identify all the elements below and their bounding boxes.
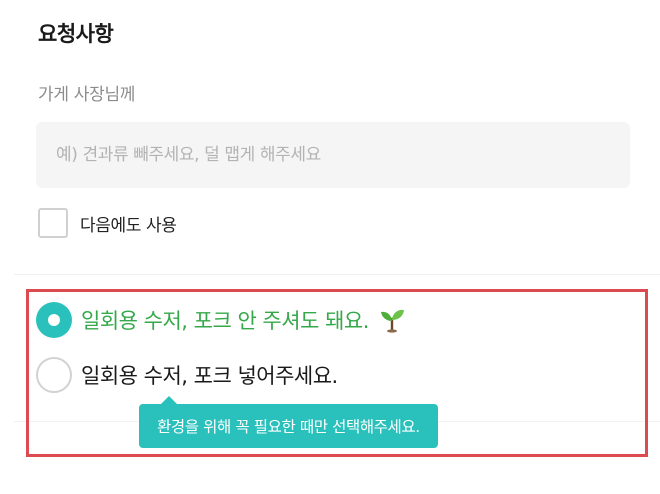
option-no-cutlery[interactable]: 일회용 수저, 포크 안 주셔도 돼요. xyxy=(36,302,405,338)
reuse-checkbox[interactable] xyxy=(38,208,68,238)
sprout-icon xyxy=(380,309,404,333)
section-divider xyxy=(14,274,660,275)
eco-tooltip: 환경을 위해 꼭 필요한 때만 선택해주세요. xyxy=(139,396,438,448)
option-with-cutlery-label: 일회용 수저, 포크 넣어주세요. xyxy=(81,364,338,388)
option-with-cutlery[interactable]: 일회용 수저, 포크 넣어주세요. xyxy=(36,357,338,393)
tooltip-text: 환경을 위해 꼭 필요한 때만 선택해주세요. xyxy=(157,418,420,436)
request-input[interactable] xyxy=(36,122,630,188)
reuse-label: 다음에도 사용 xyxy=(80,215,177,236)
request-page: 요청사항 가게 사장님께 다음에도 사용 일회용 수저, 포크 안 주셔도 돼요… xyxy=(0,0,660,494)
tooltip-arrow xyxy=(161,396,177,404)
reuse-checkbox-row[interactable]: 다음에도 사용 xyxy=(38,206,177,240)
radio-with-cutlery[interactable] xyxy=(36,357,72,393)
radio-no-cutlery[interactable] xyxy=(36,302,72,338)
section-title: 요청사항 xyxy=(38,22,114,46)
option-no-cutlery-label: 일회용 수저, 포크 안 주셔도 돼요. xyxy=(81,309,369,333)
owner-label: 가게 사장님께 xyxy=(38,85,136,105)
